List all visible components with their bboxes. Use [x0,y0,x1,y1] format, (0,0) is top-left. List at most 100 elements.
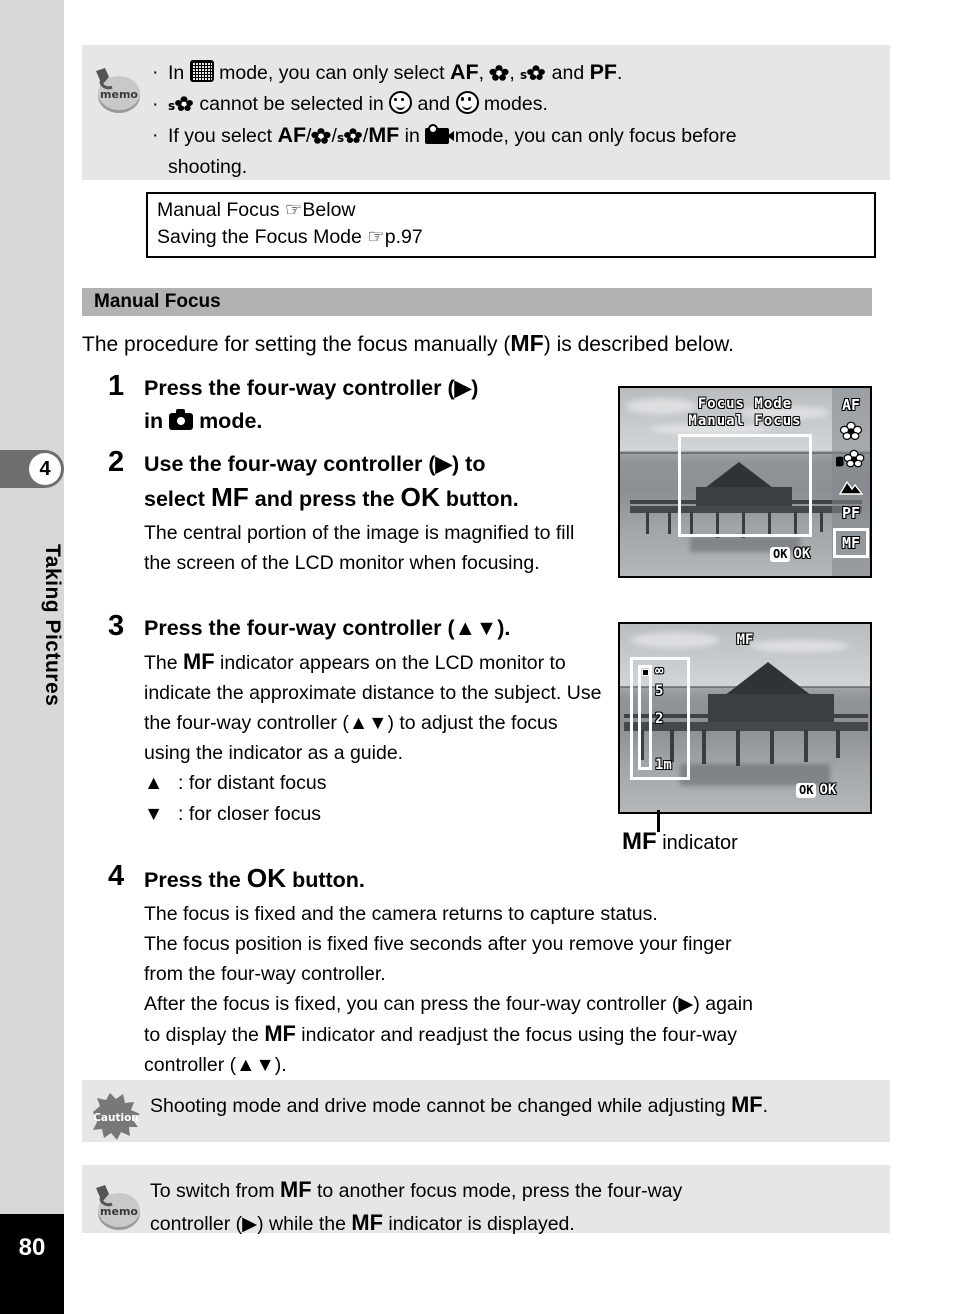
memo-bullet-2-post: modes. [478,93,548,115]
focus-mode-pf[interactable]: PF [834,500,868,526]
step-4-desc-line-3a: After the focus is fixed, you can press … [144,993,679,1015]
step-4-desc-line-4: to display the MF indicator and readjust… [144,1019,753,1050]
memo-sep-1: , [478,62,490,84]
memo-bullet-1-mid: mode, you can only select [213,62,450,84]
kids-mode-icon [455,91,479,114]
step-1-title-line2: in mode. [144,405,478,438]
focus-mode-super-macro[interactable]: s [834,446,868,472]
focus-mode-macro[interactable] [834,418,868,444]
svg-text:s: s [836,454,843,468]
lcd-screenshot-mf-indicator: MF ∞ 5 2 1m OK OK [618,622,872,814]
pointer-icon: ☞ [284,199,303,221]
memo-icon: memo [88,1182,144,1234]
caution-note: Caution Shooting mode and drive mode can… [82,1080,890,1142]
mf-tick-2: 2 [655,711,664,727]
step-2-number: 2 [108,446,125,478]
right-arrow-icon: ▶ [678,993,694,1015]
ok-key-icon: OK [796,782,817,798]
step-1-body: Press the four-way controller (▶) in mod… [144,372,478,438]
memo-bullet-1-mid2: and [546,62,590,84]
step-3-number: 3 [108,610,125,642]
pier-post [770,730,774,764]
caution-icon: Caution [88,1091,144,1143]
page-number: 80 [18,1234,46,1261]
reference-line-2-target[interactable]: p.97 [385,226,423,248]
mf-tick-1m: 1m [655,757,672,773]
mf-indicator-caption-text: indicator [656,832,738,854]
down-arrow-icon: ▼ [475,616,498,640]
memo-bullet-3-mid: in [399,125,426,147]
step-2-body: Use the four-way controller (▶) to selec… [144,448,602,578]
svg-text:s: s [168,99,175,113]
svg-text:memo: memo [100,88,138,101]
chapter-number: 4 [29,453,61,485]
pointer-icon: ☞ [367,226,385,248]
section-intro-pre: The procedure for setting the focus manu… [82,333,511,356]
svg-text:memo: memo [100,1205,138,1218]
mf-indicator-caption: MF indicator [622,828,738,856]
down-arrow-icon: ▼ [255,1054,275,1076]
reference-line-1-label: Manual Focus [157,199,285,221]
step-4-desc-line-3b: ) again [693,993,753,1015]
section-intro-post: ) is described below. [543,333,735,356]
memo-note-top-text: memo · In mode, you can only select AF, … [96,57,876,183]
up-arrow-icon: ▲ [454,616,476,640]
step-2-title-mid: ) to [452,452,486,476]
step-4-desc-line-5: controller (▲▼). [144,1050,753,1080]
step-4-body: Press the OK button. The focus is fixed … [144,862,753,1080]
reference-line-1: Manual Focus ☞Below [157,198,356,222]
mf-symbol: MF [210,482,249,512]
down-arrow-icon: ▼ [144,803,164,825]
up-arrow-icon: ▲ [144,772,164,794]
svg-text:s: s [520,68,527,82]
step-2-description: The central portion of the image is magn… [144,522,575,574]
pavilion-roof [724,662,812,696]
super-macro-icon: s [337,127,363,145]
focus-mode-af[interactable]: AF [834,392,868,418]
ok-label: OK [793,546,811,562]
step-3-body: Press the four-way controller (▲▼). The … [144,612,602,830]
ok-symbol: OK [400,482,440,512]
ok-button-hint: OK OK [770,546,810,562]
step-3-title-post: ). [497,616,511,640]
step-1-title-line2-post: mode. [193,409,263,433]
mf-symbol: MF [368,123,400,147]
memo-bottom-line-2-pre: controller ( [150,1213,243,1235]
memo-bullet-2-pre: cannot be selected in [194,93,390,115]
pier-post [702,730,706,764]
memo-bullet-3: · If you select AF/ / s /MF in mode, you… [150,120,876,183]
movie-mode-icon [425,124,455,144]
mf-distance-bar [638,665,652,770]
reference-line-1-target[interactable]: Below [302,199,355,221]
caution-text-pre: Shooting mode and drive mode cannot be c… [150,1095,732,1117]
pier-post [836,730,840,758]
chapter-tab: 4 [0,450,64,488]
pier-post [736,730,740,766]
right-arrow-icon: ▶ [242,1213,258,1235]
pier-post [804,730,808,762]
focus-mode-infinity-landscape[interactable] [834,474,868,500]
step-3-desc-pre: The [144,652,184,674]
svg-text:Caution: Caution [93,1112,139,1124]
right-arrow-icon: ▶ [435,452,453,476]
up-arrow-icon: ▲ [236,1054,256,1076]
step-2-title-pre: Use the four-way controller ( [144,452,436,476]
caution-note-line: Shooting mode and drive mode cannot be c… [150,1089,876,1122]
step-4-title-post: button. [286,868,365,892]
mf-tick-5: 5 [655,683,664,699]
capture-mode-icon [169,409,194,430]
memo-bottom-line-2: controller (▶) while the MF indicator is… [150,1207,876,1240]
right-arrow-icon: ▶ [454,376,472,400]
macro-icon [311,127,332,145]
mf-mode-label: MF [736,632,754,648]
step-4-title: Press the OK button. [144,862,753,897]
step-3-arrow-up-line: ▲: for distant focus [144,768,602,799]
step-4-number: 4 [108,860,125,892]
step-4-desc-line-5b: ). [274,1054,287,1076]
step-1-title-mid: ) [471,376,479,400]
af-symbol: AF [449,60,479,84]
frame-composite-mode-icon [189,60,214,82]
memo-bullet-1: · In mode, you can only select AF, , s a… [150,57,876,89]
memo-bullet-1-pre: In [168,62,190,84]
memo-bottom-line-1: To switch from MF to another focus mode,… [150,1174,876,1207]
